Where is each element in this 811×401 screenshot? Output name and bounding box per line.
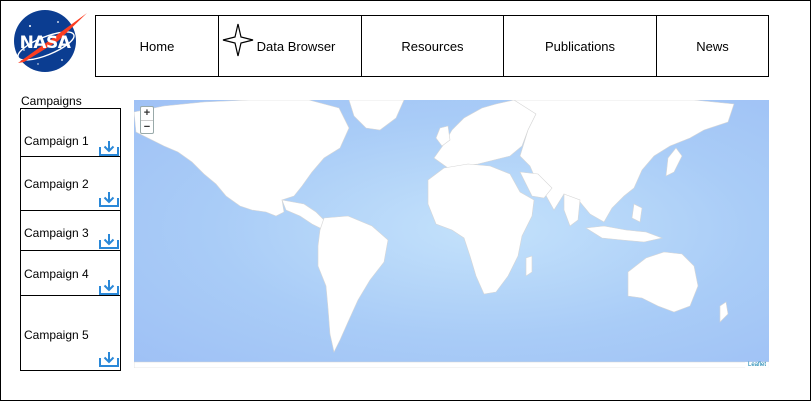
nav-home-label: Home xyxy=(139,38,175,54)
antarctica-landmass xyxy=(134,361,769,368)
campaign-list: Campaign 1 Campaign 2 Campaign 3 Campaig… xyxy=(20,108,121,371)
campaign-label: Campaign 2 xyxy=(24,177,89,191)
south-america-landmass xyxy=(317,215,389,353)
campaign-item-3[interactable]: Campaign 3 xyxy=(21,211,120,251)
greenland-landmass xyxy=(348,100,405,131)
new-zealand-landmass xyxy=(719,301,729,323)
nav-publications-label: Publications xyxy=(544,38,616,54)
north-america-landmass xyxy=(134,100,350,217)
nav-publications[interactable]: Publications xyxy=(504,16,657,76)
download-icon[interactable] xyxy=(98,191,120,208)
nav-news-label: News xyxy=(696,38,729,54)
world-landmass xyxy=(134,100,769,368)
nasa-logo[interactable]: NASA xyxy=(10,8,90,80)
japan-landmass xyxy=(665,147,683,177)
map-zoom-control: + − xyxy=(140,106,154,134)
campaign-item-1[interactable]: Campaign 1 xyxy=(21,109,120,157)
campaigns-heading: Campaigns xyxy=(21,94,82,108)
nav-data-browser[interactable]: Data Browser xyxy=(219,16,362,76)
zoom-in-button[interactable]: + xyxy=(141,107,153,120)
main-nav: Home Data Browser Resources Publications… xyxy=(95,15,769,77)
campaign-item-2[interactable]: Campaign 2 xyxy=(21,157,120,211)
australia-landmass xyxy=(627,251,699,313)
world-map[interactable]: + − Leaflet xyxy=(134,100,769,368)
nav-resources[interactable]: Resources xyxy=(362,16,504,76)
campaign-label: Campaign 3 xyxy=(24,226,89,240)
download-icon[interactable] xyxy=(98,140,120,157)
campaign-label: Campaign 4 xyxy=(24,267,89,281)
madagascar-landmass xyxy=(525,255,533,277)
zoom-out-button[interactable]: − xyxy=(141,120,153,133)
map-attribution-link[interactable]: Leaflet xyxy=(744,362,769,368)
nav-news[interactable]: News xyxy=(657,16,768,76)
download-icon[interactable] xyxy=(98,279,120,296)
asia-landmass xyxy=(513,100,735,223)
africa-landmass xyxy=(427,163,535,295)
nav-data-browser-label: Data Browser xyxy=(256,38,336,54)
download-icon[interactable] xyxy=(98,351,120,368)
campaign-item-5[interactable]: Campaign 5 xyxy=(21,296,120,372)
download-icon[interactable] xyxy=(98,233,120,250)
campaign-label: Campaign 1 xyxy=(24,134,89,148)
campaign-label: Campaign 5 xyxy=(24,328,89,342)
logo-text: NASA xyxy=(20,33,72,53)
four-point-star-icon xyxy=(222,23,254,57)
nav-home[interactable]: Home xyxy=(96,16,219,76)
campaign-item-4[interactable]: Campaign 4 xyxy=(21,251,120,296)
nav-resources-label: Resources xyxy=(401,38,464,54)
